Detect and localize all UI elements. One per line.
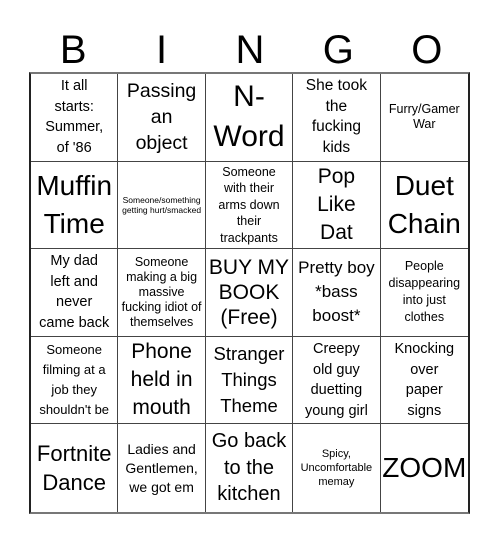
bingo-cell[interactable]: Someone with their arms down their track… — [205, 161, 294, 250]
bingo-cell[interactable]: Creepy old guy duetting young girl — [293, 336, 381, 425]
bingo-cell[interactable]: It all starts: Summer, of '86 — [31, 74, 119, 162]
bingo-cell[interactable]: My dad left and never came back — [31, 249, 119, 337]
bingo-cell[interactable]: ZOOM — [381, 424, 468, 512]
bingo-cell[interactable]: Muffin Time — [31, 161, 119, 250]
bingo-cell[interactable]: Duet Chain — [380, 162, 468, 250]
bingo-cell[interactable]: Spicy, Uncomfortable memay — [293, 424, 381, 512]
bingo-header: B I N G O — [29, 28, 471, 72]
header-letter-n: N — [235, 28, 265, 72]
bingo-cell[interactable]: Someone/something getting hurt/smacked — [118, 161, 206, 250]
bingo-cell[interactable]: Someone filming at a job they shouldn't … — [31, 336, 119, 425]
bingo-cell[interactable]: Pretty boy *bass boost* — [293, 249, 381, 337]
bingo-cell[interactable]: Knocking over paper signs — [380, 337, 468, 425]
bingo-cell[interactable]: Go back to the kitchen — [206, 424, 294, 512]
bingo-cell[interactable]: Phone held in mouth — [118, 336, 206, 425]
header-letter-b: B — [59, 28, 87, 72]
bingo-card-grid: It all starts: Summer, of '86 Passing an… — [29, 72, 470, 514]
header-letter-g: G — [322, 28, 354, 72]
header-letter-i: I — [156, 28, 168, 72]
bingo-cell[interactable]: N- Word — [205, 74, 294, 162]
bingo-cell[interactable]: Fortnite Dance — [31, 424, 119, 512]
header-letter-o: O — [411, 28, 443, 72]
bingo-cell[interactable]: Furry/Gamer War — [380, 74, 468, 162]
bingo-cell[interactable]: Someone making a big massive fucking idi… — [118, 249, 206, 337]
bingo-cell[interactable]: Stranger Things Theme — [205, 336, 294, 425]
bingo-cell[interactable]: People disappearing into just clothes — [380, 249, 468, 337]
bingo-cell[interactable]: BUY MY BOOK (Free) — [205, 249, 294, 337]
bingo-cell[interactable]: Ladies and Gentlemen, we got em — [118, 424, 206, 512]
bingo-cell[interactable]: She took the fucking kids — [293, 74, 381, 162]
bingo-cell[interactable]: Passing an object — [118, 74, 206, 162]
bingo-cell[interactable]: Pop Like Dat — [293, 161, 381, 250]
